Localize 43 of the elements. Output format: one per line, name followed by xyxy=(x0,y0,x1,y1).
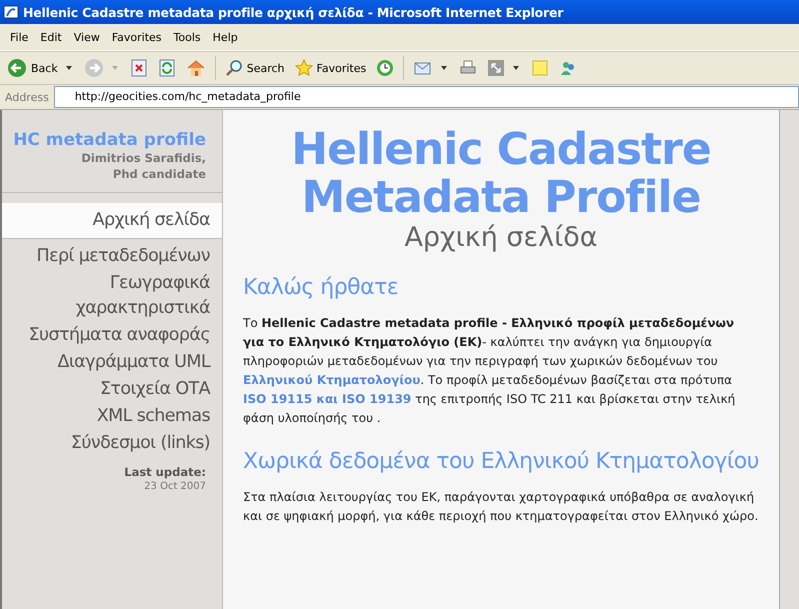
nav-link[interactable]: Αρχική σελίδα xyxy=(2,203,222,239)
nav-link[interactable]: Διαγράμματα UML xyxy=(2,349,222,376)
home-icon[interactable] xyxy=(186,58,206,78)
paragraph: Στα πλαίσια λειτουργίας του ΕΚ, παράγονται χαρτογραφικά υπόβαθρα σε αναλογική και σε ψηφιακή μορφή, για κάθε περιοχή που κτηματογραφείται στον Ελληνικό χώρο. xyxy=(243,489,759,525)
address-label: Address xyxy=(4,90,50,104)
menu-item[interactable]: Tools xyxy=(168,30,207,44)
page-subtitle: Αρχική σελίδα xyxy=(403,222,599,254)
section-heading: Καλώς ήρθατε xyxy=(243,274,400,302)
refresh-icon[interactable] xyxy=(158,59,176,77)
window-title: Hellenic Cadastre metadata profile αρχική σελίδα - Microsoft Internet Explorer xyxy=(23,4,564,20)
nav-link[interactable]: Γεωγραφικά χαρακτηριστικά xyxy=(2,270,222,322)
dropdown-icon[interactable] xyxy=(512,65,520,71)
nav-link[interactable]: Στοιχεία ΟΤΑ xyxy=(2,376,222,403)
author-text: Dimitrios Sarafidis, Phd candidate xyxy=(80,150,206,182)
favorites-button[interactable]: Favorites xyxy=(292,57,370,79)
nav-link[interactable]: XML schemas xyxy=(2,403,222,430)
menu-item[interactable]: Help xyxy=(206,30,244,44)
nav-link[interactable]: Σύνδεσμοι (links) xyxy=(2,430,222,457)
nav-link[interactable]: Περί μεταδεδομένων xyxy=(2,243,222,270)
dropdown-icon[interactable] xyxy=(64,65,73,71)
menu-item[interactable]: Favorites xyxy=(106,30,168,44)
stop-icon[interactable] xyxy=(130,59,148,77)
site-title: HC metadata profile xyxy=(12,130,206,150)
edit-icon[interactable] xyxy=(487,59,506,77)
history-icon[interactable] xyxy=(376,59,394,77)
back-button[interactable]: Back xyxy=(4,56,61,80)
dropdown-icon[interactable] xyxy=(440,65,448,71)
nav-link[interactable]: Συστήματα αναφοράς xyxy=(2,322,222,349)
menu-item[interactable]: View xyxy=(68,30,106,44)
section-heading: Χωρικά δεδομένα του Ελληνικού Κτηματολογίου xyxy=(243,448,759,476)
menu-item[interactable]: Edit xyxy=(34,30,68,44)
update-date: 23 Oct 2007 xyxy=(143,481,207,492)
browser-icon xyxy=(3,4,19,20)
page-title: Hellenic Cadastre Metadata Profile xyxy=(290,126,712,222)
paragraph: Το Hellenic Cadastre metadata profile - Ελληνικό προφίλ μεταδεδομένων για το Ελληνικό Κτηματολόγιο (ΕΚ)- καλύπτει την ανάγκη για δημιουργία πληροφοριών μεταδεδομένων για την περιγραφή των χωρικών δεδομένων του Ελληνικού Κτηματολογίου. Το προφίλ μεταδεδομένων βασίζεται στα πρότυπα ISO 19115 και ISO 19139 της επιτροπής ISO TC 211 και βρίσκεται στην τελική φάση υλοποίησής του . xyxy=(243,315,736,427)
search-button[interactable]: Search xyxy=(222,57,288,79)
menu-item[interactable]: File xyxy=(4,30,34,44)
address-field[interactable]: http://geocities.com/hc_metadata_profile xyxy=(54,86,799,108)
star-icon xyxy=(294,59,313,77)
note-icon[interactable] xyxy=(531,59,550,77)
update-label: Last update: xyxy=(123,465,207,479)
scrollbar-track[interactable] xyxy=(779,110,799,609)
search-icon xyxy=(224,59,243,77)
